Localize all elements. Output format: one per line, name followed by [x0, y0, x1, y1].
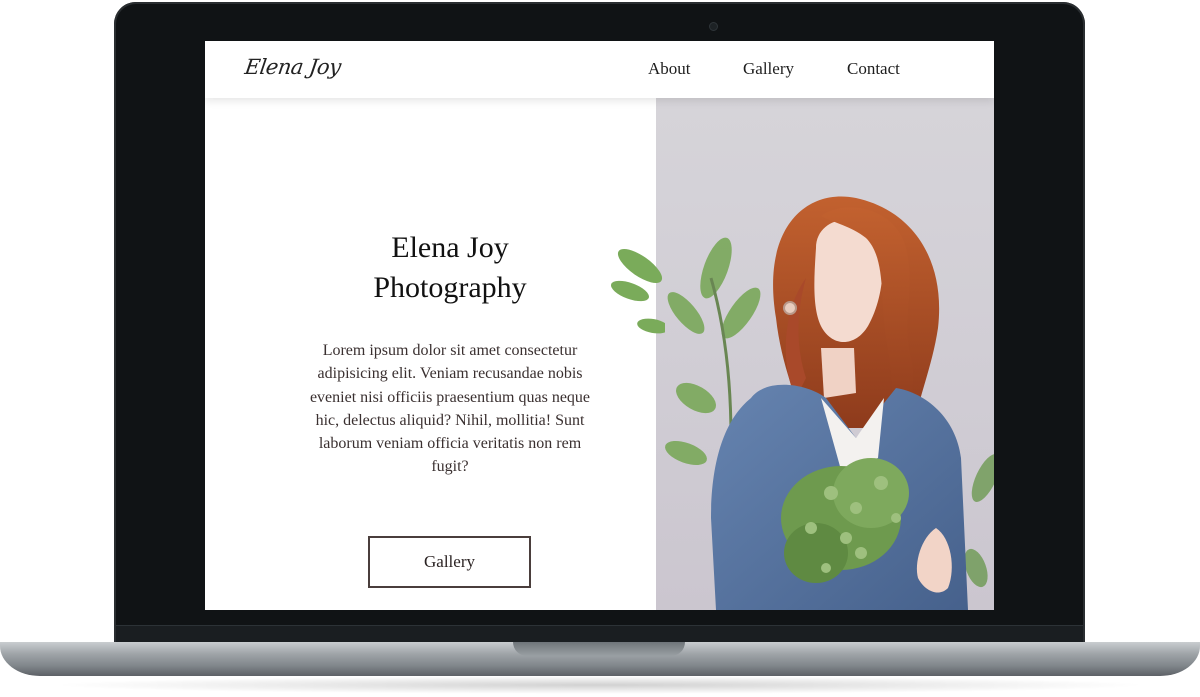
hero-description: Lorem ipsum dolor sit amet consectetur a… — [309, 342, 591, 476]
laptop-shadow — [50, 676, 1150, 694]
navbar: Elena Joy About Gallery Contact — [205, 41, 994, 98]
site-logo[interactable]: Elena Joy — [243, 55, 342, 79]
hero-title: Elena Joy Photography — [295, 228, 605, 308]
hero-text-section: Elena Joy Photography Lorem ipsum dolor … — [205, 98, 656, 610]
laptop-base-notch — [513, 642, 685, 656]
webcam-icon — [709, 22, 718, 31]
portrait-photo-illustration — [665, 196, 994, 610]
nav-gallery-link[interactable]: Gallery — [743, 59, 794, 79]
plant-leaf-overlap — [611, 248, 665, 334]
nav-about-link[interactable]: About — [648, 59, 691, 79]
gallery-button[interactable]: Gallery — [368, 536, 531, 588]
nav-contact-link[interactable]: Contact — [847, 59, 900, 79]
hero-title-line-1: Elena Joy — [391, 231, 509, 264]
hero-title-line-2: Photography — [373, 271, 527, 304]
website-screen: Elena Joy About Gallery Contact Elena Jo… — [205, 41, 994, 610]
hero-photo — [656, 98, 994, 610]
